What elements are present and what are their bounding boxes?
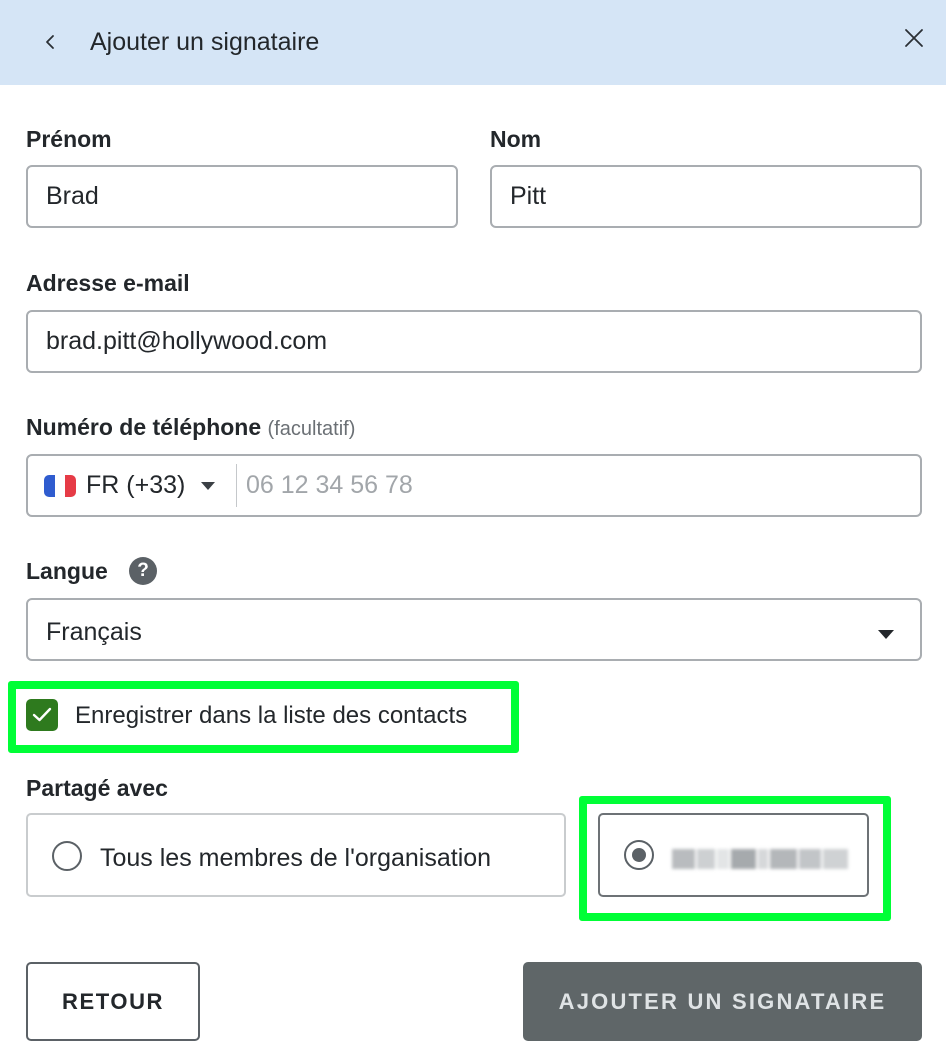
save-contact-label[interactable]: Enregistrer dans la liste des contacts <box>75 702 467 730</box>
last-name-field[interactable] <box>490 165 922 228</box>
email-field[interactable] <box>26 310 922 373</box>
phone-label-text: Numéro de téléphone <box>26 414 262 440</box>
optional-hint: (facultatif) <box>267 418 356 440</box>
caret-down-icon <box>201 481 216 490</box>
caret-down-icon <box>878 630 894 639</box>
add-signer-button[interactable]: AJOUTER UN SIGNATAIRE <box>523 962 922 1041</box>
back-button[interactable]: RETOUR <box>26 962 200 1041</box>
email-input[interactable] <box>28 312 920 371</box>
france-flag-icon <box>44 474 76 497</box>
save-contact-checkbox[interactable] <box>26 699 58 731</box>
first-name-label: Prénom <box>26 126 112 152</box>
dialog-title: Ajouter un signataire <box>90 28 320 56</box>
shared-with-label: Partagé avec <box>26 775 168 801</box>
language-value: Français <box>46 618 142 646</box>
phone-field: FR (+33) <box>26 454 922 517</box>
country-code-select[interactable]: FR (+33) <box>44 456 216 515</box>
language-select[interactable]: Français <box>26 598 922 661</box>
share-all-members-label: Tous les membres de l'organisation <box>100 844 492 872</box>
radio-unselected-icon <box>52 841 82 871</box>
divider <box>236 464 237 507</box>
close-icon[interactable] <box>900 24 928 52</box>
radio-selected-icon <box>624 840 654 870</box>
last-name-label: Nom <box>490 126 542 152</box>
phone-number-input[interactable] <box>238 456 920 515</box>
dialog-header: Ajouter un signataire <box>0 0 946 85</box>
share-specific-option[interactable] <box>598 813 869 897</box>
redacted-text <box>672 846 848 872</box>
country-code-value: FR (+33) <box>86 471 186 499</box>
first-name-input[interactable] <box>28 167 456 226</box>
phone-number-wrapper <box>238 456 920 515</box>
chevron-left-icon[interactable] <box>38 28 64 56</box>
last-name-input[interactable] <box>492 167 920 226</box>
language-label: Langue <box>26 558 108 584</box>
first-name-field[interactable] <box>26 165 458 228</box>
email-label: Adresse e-mail <box>26 270 190 296</box>
check-icon <box>32 707 52 722</box>
question-icon[interactable]: ? <box>129 557 157 585</box>
phone-label: Numéro de téléphone (facultatif) <box>26 414 355 441</box>
share-all-members-option[interactable]: Tous les membres de l'organisation <box>26 813 566 897</box>
